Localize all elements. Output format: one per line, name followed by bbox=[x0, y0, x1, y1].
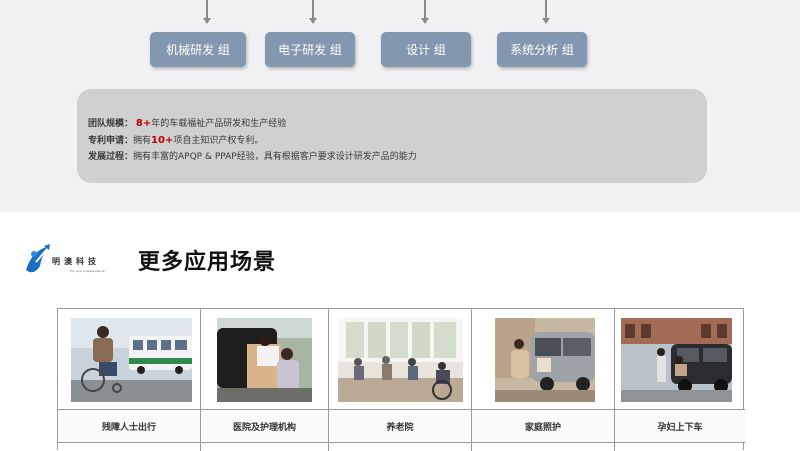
scene-disabled-travel: 残障人士出行 bbox=[58, 309, 201, 451]
scene-photo bbox=[71, 318, 192, 402]
connector-arrow-icon bbox=[542, 0, 550, 24]
development-text: 拥有丰富的APQP & PPAP经验，具有根据客户要求设计研发产品的能力 bbox=[133, 152, 417, 162]
section-title: 更多应用场景 bbox=[138, 250, 277, 275]
connector-arrow-icon bbox=[421, 0, 429, 24]
scene-label: 孕妇上下车 bbox=[615, 409, 745, 443]
scene-pregnant-boarding: 孕妇上下车 bbox=[615, 309, 745, 451]
patent-line: 专利申请：拥有10+项自主知识产权专利。 bbox=[88, 133, 263, 146]
scene-photo bbox=[495, 318, 595, 402]
scene-home-care: 家庭照护 bbox=[472, 309, 615, 451]
logo-tagline: For your independence bbox=[70, 269, 105, 273]
team-info-box: 团队规模： 8+年的车载福祉产品研发和生产经验 专利申请：拥有10+项自主知识产… bbox=[77, 89, 707, 183]
group-mechanical[interactable]: 机械研发 组 bbox=[150, 32, 246, 67]
team-scale-text: 年的车载福祉产品研发和生产经验 bbox=[151, 119, 287, 129]
logo-name: 明澳科技 bbox=[52, 256, 100, 266]
scene-photo bbox=[338, 318, 463, 402]
company-logo: 明澳科技 For your independence bbox=[22, 240, 122, 280]
scene-label: 养老院 bbox=[329, 409, 471, 443]
patent-number: 10+ bbox=[151, 135, 174, 146]
scene-table: 残障人士出行 医院及护理机构 养老院 家庭照护 孕妇上下车 bbox=[57, 308, 745, 451]
scene-label: 家庭照护 bbox=[472, 409, 614, 443]
group-design[interactable]: 设计 组 bbox=[381, 32, 471, 67]
group-electronic[interactable]: 电子研发 组 bbox=[265, 32, 355, 67]
development-label: 发展过程： bbox=[88, 152, 134, 162]
scene-label: 残障人士出行 bbox=[58, 409, 200, 443]
scene-photo bbox=[621, 318, 732, 402]
scene-nursing-home: 养老院 bbox=[329, 309, 472, 451]
team-scale-line: 团队规模： 8+年的车载福祉产品研发和生产经验 bbox=[88, 116, 286, 129]
patent-label: 专利申请： bbox=[88, 136, 134, 146]
team-scale-number: 8+ bbox=[135, 118, 152, 129]
scene-label: 医院及护理机构 bbox=[201, 409, 328, 443]
logo-figure-icon bbox=[26, 244, 50, 273]
connector-arrow-icon bbox=[309, 0, 317, 24]
development-line: 发展过程：拥有丰富的APQP & PPAP经验，具有根据客户要求设计研发产品的能… bbox=[88, 149, 417, 162]
team-scale-label: 团队规模： bbox=[88, 119, 134, 129]
scene-photo bbox=[217, 318, 312, 402]
group-system-analysis[interactable]: 系统分析 组 bbox=[497, 32, 587, 67]
patent-text: 项自主知识产权专利。 bbox=[173, 136, 264, 146]
scene-hospital: 医院及护理机构 bbox=[201, 309, 329, 451]
patent-prefix: 拥有 bbox=[133, 136, 152, 146]
connector-arrow-icon bbox=[203, 0, 211, 24]
